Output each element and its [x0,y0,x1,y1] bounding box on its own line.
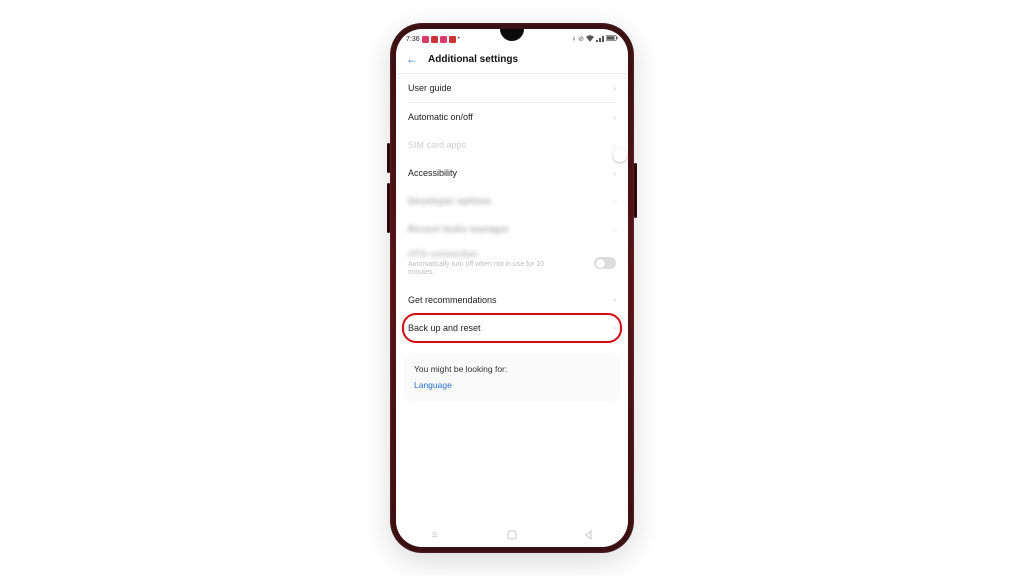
row-label-blurred: OTG connection [408,249,548,259]
row-backup-and-reset[interactable]: Back up and reset › [396,314,628,342]
row-label: Back up and reset [408,323,481,333]
status-right: ᚼ ⊘ [572,35,618,44]
row-label-blurred: Recent tasks manager [408,224,510,234]
chevron-right-icon: › [613,197,616,206]
more-icon: • [458,36,460,42]
home-icon[interactable] [507,530,517,540]
volume-up-button [387,143,390,173]
row-label-blurred: Developer options [408,196,492,206]
row-blurred[interactable]: Developer options › [396,187,628,215]
chevron-right-icon: › [613,169,616,178]
nav-bar: ≡ [396,523,628,547]
chevron-right-icon: › [613,84,616,93]
scroll-thumb[interactable] [613,148,627,162]
bluetooth-icon: ᚼ [572,36,576,43]
row-blurred[interactable]: Recent tasks manager › [396,215,628,243]
power-button [634,163,637,218]
chevron-right-icon: › [613,225,616,234]
back-nav-icon[interactable] [584,530,594,540]
signal-icon [596,35,604,44]
battery-icon [606,35,618,43]
chevron-right-icon: › [613,113,616,122]
toggle-switch[interactable] [594,257,616,269]
recents-icon[interactable]: ≡ [430,530,440,540]
notif-icon [431,36,438,43]
wifi-icon [586,35,594,44]
row-label: Automatic on/off [408,112,473,122]
notif-icon [422,36,429,43]
suggestion-card: You might be looking for: Language [404,354,620,402]
page-title: Additional settings [428,54,518,65]
screen: 7:36 • ᚼ ⊘ [396,29,628,547]
row-label: SIM card apps [408,140,466,150]
row-accessibility[interactable]: Accessibility › [396,159,628,187]
suggestion-title: You might be looking for: [414,364,610,374]
row-auto-onoff[interactable]: Automatic on/off › [396,103,628,131]
row-sim-card-apps: SIM card apps › [396,131,628,159]
clock: 7:36 [406,36,420,43]
dnd-icon: ⊘ [578,35,584,43]
phone-frame: 7:36 • ᚼ ⊘ [390,23,634,553]
suggestion-link-language[interactable]: Language [414,380,610,390]
settings-list: User guide › Automatic on/off › SIM card… [396,74,628,523]
back-icon[interactable]: ← [406,53,418,65]
status-left: 7:36 • [406,36,460,43]
app-bar: ← Additional settings [396,47,628,73]
row-label: Get recommendations [408,295,497,305]
volume-down-button [387,183,390,233]
notif-icon [449,36,456,43]
chevron-right-icon: › [613,323,616,332]
row-get-recommendations[interactable]: Get recommendations › [396,286,628,314]
row-label: Accessibility [408,168,457,178]
notif-icon [440,36,447,43]
row-label: User guide [408,83,452,93]
row-otg[interactable]: OTG connection Automatically turn off wh… [396,243,628,286]
row-user-guide[interactable]: User guide › [396,74,628,102]
row-subtitle: Automatically turn off when not in use f… [408,261,548,278]
chevron-right-icon: › [613,295,616,304]
